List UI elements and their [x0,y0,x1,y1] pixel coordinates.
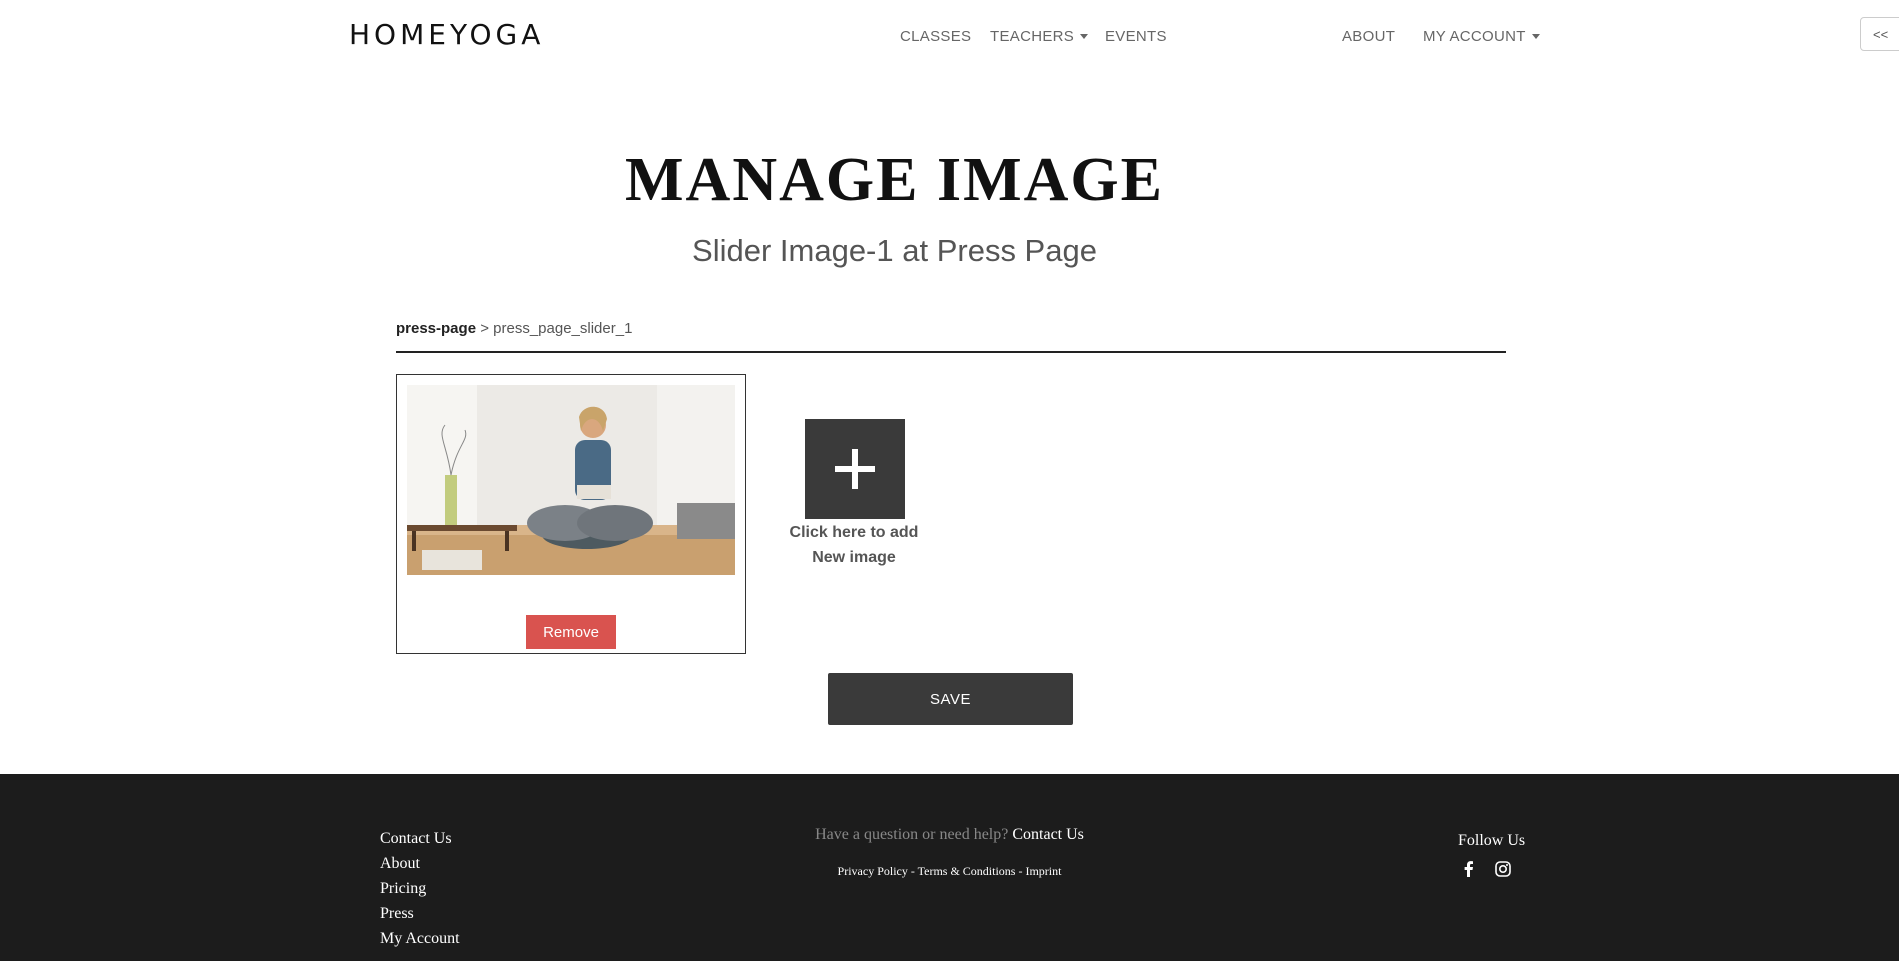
nav-classes[interactable]: CLASSES [900,28,971,45]
page-title: MANAGE IMAGE [625,146,1164,214]
privacy-policy-link[interactable]: Privacy Policy [838,864,908,878]
breadcrumb: press-page > press_page_slider_1 [396,320,632,337]
nav-my-account-label: MY ACCOUNT [1423,28,1526,45]
add-image-label[interactable]: Click here to add New image [779,520,929,570]
imprint-link[interactable]: Imprint [1025,864,1061,878]
follow-us-label: Follow Us [1458,832,1526,849]
add-image-label-line2: New image [812,549,896,566]
footer-link-pricing[interactable]: Pricing [380,876,460,901]
footer-help-contact-link[interactable]: Contact Us [1012,826,1084,843]
add-image-label-line1: Click here to add [789,524,919,541]
nav-classes-label: CLASSES [900,28,972,45]
nav-events-label: EVENTS [1105,28,1167,45]
save-button[interactable]: SAVE [828,673,1073,725]
image-card: Remove [396,374,746,654]
breadcrumb-current: press_page_slider_1 [493,320,633,337]
footer-link-my-account[interactable]: My Account [380,926,460,951]
footer-legal: Privacy Policy - Terms & Conditions - Im… [0,864,1899,879]
nav-teachers-label: TEACHERS [990,28,1075,45]
footer-help: Have a question or need help? Contact Us [0,826,1899,844]
footer-help-text: Have a question or need help? [815,826,1009,843]
footer-link-press[interactable]: Press [380,901,460,926]
add-image-button[interactable] [805,419,905,519]
collapse-panel-button[interactable]: << [1860,17,1899,51]
nav-my-account[interactable]: MY ACCOUNT [1423,28,1540,45]
page-subtitle: Slider Image-1 at Press Page [692,233,1097,268]
instagram-icon[interactable] [1494,860,1512,878]
site-logo[interactable]: HOMEYOGA [349,18,544,51]
site-footer: Contact Us About Pricing Press My Accoun… [0,774,1899,961]
nav-about[interactable]: ABOUT [1342,28,1395,45]
section-divider [396,351,1506,353]
legal-separator: - [907,864,918,878]
plus-icon [835,449,875,489]
remove-image-button[interactable]: Remove [526,615,616,649]
terms-link[interactable]: Terms & Conditions [918,864,1016,878]
footer-links: Contact Us About Pricing Press My Accoun… [380,826,460,951]
chevron-down-icon [1080,34,1089,39]
legal-separator: - [1015,864,1026,878]
breadcrumb-separator: > [476,320,494,337]
nav-events[interactable]: EVENTS [1105,28,1167,45]
site-header: HOMEYOGA CLASSES TEACHERS EVENTS ABOUT M… [0,0,1899,75]
facebook-icon[interactable] [1460,860,1478,878]
nav-teachers[interactable]: TEACHERS [990,28,1089,45]
nav-about-label: ABOUT [1342,28,1396,45]
breadcrumb-parent[interactable]: press-page [396,320,476,337]
chevron-down-icon [1531,34,1540,39]
slider-image-thumbnail [407,385,735,575]
